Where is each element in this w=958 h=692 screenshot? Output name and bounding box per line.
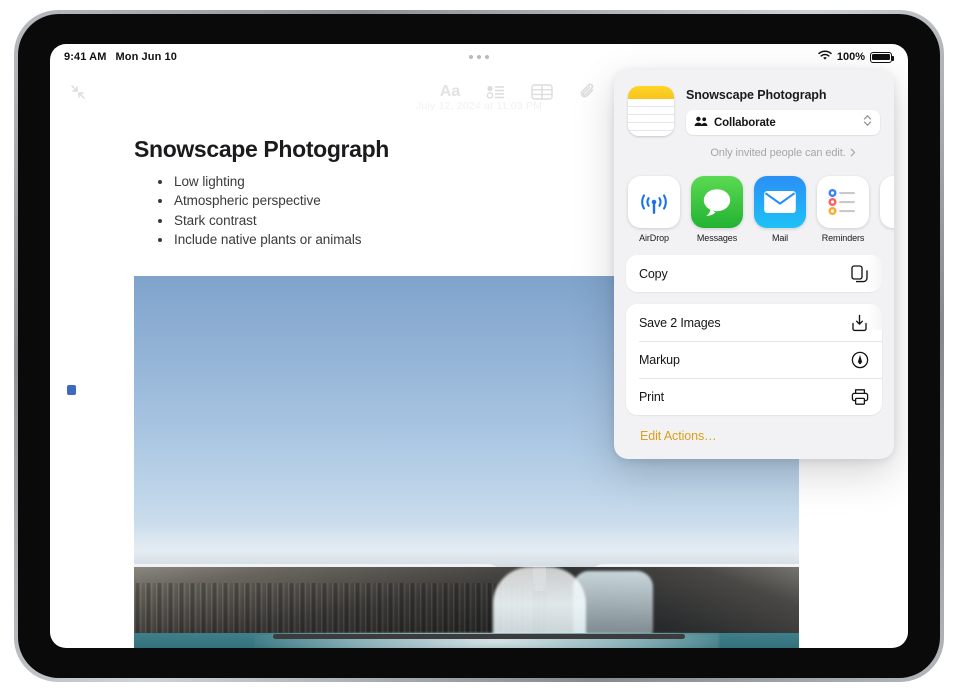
format-aa-label: Aa bbox=[440, 83, 460, 101]
share-target-label: AirDrop bbox=[628, 233, 680, 243]
messages-icon bbox=[691, 176, 743, 228]
share-target-airdrop[interactable]: AirDrop bbox=[628, 176, 680, 243]
edit-actions-button[interactable]: Edit Actions… bbox=[626, 429, 882, 443]
battery-percent-label: 100% bbox=[837, 51, 865, 63]
dot bbox=[485, 55, 489, 59]
device-bezel: 9:41 AM Mon Jun 10 bbox=[18, 14, 940, 678]
share-target-label: Reminders bbox=[817, 233, 869, 243]
ipad-device-frame: 9:41 AM Mon Jun 10 bbox=[14, 10, 944, 682]
action-group-main: Save 2 Images Markup bbox=[626, 304, 882, 415]
share-target-freeform[interactable]: Fr bbox=[880, 176, 894, 243]
notes-icon-lines bbox=[628, 99, 674, 136]
action-label: Print bbox=[639, 390, 840, 404]
screen-edge-artifact bbox=[67, 385, 76, 395]
chevron-right-icon bbox=[850, 144, 856, 162]
wifi-icon bbox=[818, 50, 832, 64]
share-target-label: Mail bbox=[754, 233, 806, 243]
action-save-images[interactable]: Save 2 Images bbox=[626, 304, 882, 341]
status-bar: 9:41 AM Mon Jun 10 bbox=[50, 44, 908, 70]
freeform-icon bbox=[880, 176, 894, 228]
chevron-up-down-icon bbox=[863, 114, 872, 132]
status-bar-right: 100% bbox=[818, 50, 892, 64]
home-indicator[interactable] bbox=[273, 634, 685, 639]
reminders-icon bbox=[817, 176, 869, 228]
status-bar-center bbox=[50, 49, 908, 65]
permission-text: Only invited people can edit. bbox=[710, 147, 845, 159]
collaborate-dropdown[interactable]: Collaborate bbox=[686, 110, 880, 135]
notes-icon-top-bar bbox=[628, 86, 674, 99]
action-label: Save 2 Images bbox=[639, 316, 840, 330]
share-target-messages[interactable]: Messages bbox=[691, 176, 743, 243]
mail-icon bbox=[754, 176, 806, 228]
action-markup[interactable]: Markup bbox=[626, 341, 882, 378]
permission-row[interactable]: Only invited people can edit. bbox=[686, 144, 880, 162]
share-app-row[interactable]: AirDrop Messages bbox=[626, 176, 882, 243]
airdrop-icon bbox=[628, 176, 680, 228]
share-sheet: Snowscape Photograph Collaborate bbox=[614, 70, 894, 459]
action-group-copy: Copy bbox=[626, 255, 882, 292]
share-sheet-header-text: Snowscape Photograph Collaborate bbox=[686, 86, 880, 162]
share-sheet-header: Snowscape Photograph Collaborate bbox=[626, 84, 882, 162]
action-copy[interactable]: Copy bbox=[626, 255, 882, 292]
multitasking-dots-icon[interactable] bbox=[461, 49, 497, 65]
share-target-mail[interactable]: Mail bbox=[754, 176, 806, 243]
save-download-icon bbox=[850, 313, 869, 332]
two-people-icon bbox=[694, 114, 708, 132]
dot bbox=[477, 55, 481, 59]
share-target-label: Fr bbox=[880, 233, 894, 243]
dot bbox=[469, 55, 473, 59]
action-label: Copy bbox=[639, 267, 840, 281]
notes-app-icon bbox=[628, 86, 674, 136]
share-target-label: Messages bbox=[691, 233, 743, 243]
battery-full-icon bbox=[870, 52, 892, 63]
action-label: Markup bbox=[639, 353, 840, 367]
copy-icon bbox=[850, 264, 869, 283]
ipad-screen: 9:41 AM Mon Jun 10 bbox=[50, 44, 908, 648]
action-print[interactable]: Print bbox=[626, 378, 882, 415]
collaborate-label: Collaborate bbox=[714, 117, 857, 129]
share-doc-title: Snowscape Photograph bbox=[686, 88, 880, 102]
printer-icon bbox=[850, 387, 869, 406]
battery-fill bbox=[872, 54, 889, 60]
share-target-reminders[interactable]: Reminders bbox=[817, 176, 869, 243]
markup-pen-icon bbox=[850, 350, 869, 369]
